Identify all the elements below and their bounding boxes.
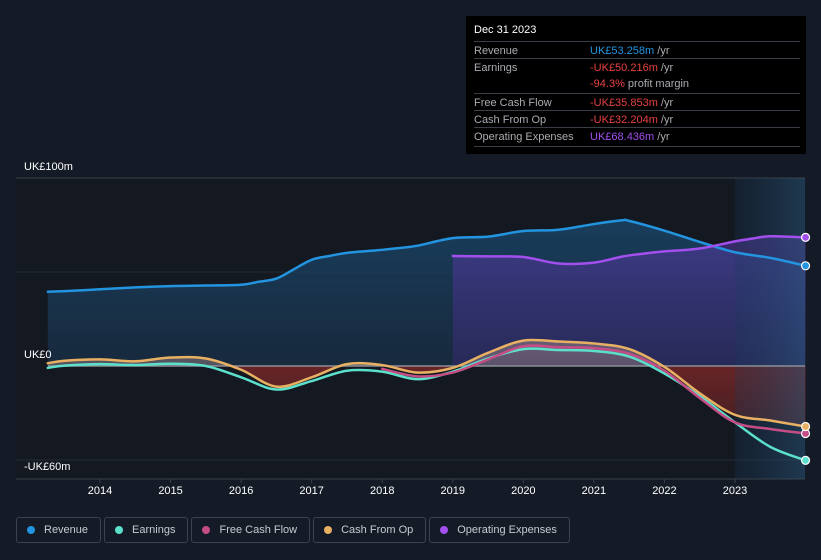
legend-item-free-cash-flow[interactable]: Free Cash Flow xyxy=(191,517,311,543)
tooltip-row: Revenue UK£53.258m /yr xyxy=(474,41,800,59)
tooltip-value-unit: /yr xyxy=(657,114,674,126)
tooltip-row: -94.3% profit margin xyxy=(474,75,800,92)
x-tick-label: 2018 xyxy=(370,485,394,497)
tooltip-row: Earnings -UK£50.216m /yr xyxy=(474,58,800,76)
tooltip-row-label: Free Cash Flow xyxy=(474,97,552,109)
legend-label: Revenue xyxy=(44,524,89,536)
legend-dot-icon xyxy=(440,526,449,534)
revenue-endpoint xyxy=(800,261,811,271)
tooltip-row-value: -UK£35.853m /yr xyxy=(590,97,673,109)
tooltip-value-number: -UK£50.216m xyxy=(590,62,658,74)
legend-label: Free Cash Flow xyxy=(219,524,298,536)
tooltip-value-number: -UK£32.204m xyxy=(590,114,658,126)
legend-item-earnings[interactable]: Earnings xyxy=(104,517,189,543)
y-tick-label: UK£100m xyxy=(24,161,73,173)
legend-dot-icon xyxy=(115,526,124,534)
tooltip-row-label: Revenue xyxy=(474,45,519,57)
tooltip-value-unit: /yr xyxy=(654,131,670,143)
tooltip-value-unit: /yr xyxy=(657,62,674,74)
tooltip-row-value: -UK£32.204m /yr xyxy=(590,114,673,126)
x-tick-label: 2019 xyxy=(441,485,465,497)
cash-from-op-endpoint xyxy=(800,421,811,432)
legend: Revenue Earnings Free Cash Flow Cash From O… xyxy=(16,517,570,543)
x-tick-label: 2014 xyxy=(88,485,112,497)
tooltip-value-unit: /yr xyxy=(654,45,670,57)
legend-label: Earnings xyxy=(132,524,176,536)
tooltip-value-number: -UK£35.853m xyxy=(590,97,658,109)
tooltip: Dec 31 2023 Revenue UK£53.258m /yr Earning… xyxy=(466,16,806,154)
x-axis: 2014 2015 2016 2017 2018 2019 2020 2021 2022 2023 xyxy=(88,479,747,497)
legend-label: Cash From Op xyxy=(341,524,414,536)
tooltip-row-value: UK£53.258m /yr xyxy=(590,45,670,57)
tooltip-value-number: -94.3% xyxy=(590,78,625,90)
legend-item-cash-from-op[interactable]: Cash From Op xyxy=(313,517,427,543)
legend-item-revenue[interactable]: Revenue xyxy=(16,517,102,543)
tooltip-row-label: Earnings xyxy=(474,62,518,74)
tooltip-row-value: UK£68.436m /yr xyxy=(590,131,670,143)
tooltip-value-number: UK£68.436m xyxy=(590,131,655,143)
tooltip-value-unit: profit margin xyxy=(624,78,690,90)
legend-dot-icon xyxy=(324,526,333,534)
tooltip-date: Dec 31 2023 xyxy=(474,24,537,36)
tooltip-value-unit: /yr xyxy=(657,97,674,109)
tooltip-row-value: -94.3% profit margin xyxy=(590,78,689,90)
tooltip-row: Free Cash Flow -UK£35.853m /yr xyxy=(474,93,800,111)
x-tick-label: 2023 xyxy=(723,485,747,497)
legend-dot-icon xyxy=(202,526,211,534)
x-tick-label: 2017 xyxy=(299,485,323,497)
x-tick-label: 2021 xyxy=(582,485,606,497)
legend-item-operating-expenses[interactable]: Operating Expenses xyxy=(429,517,570,543)
tooltip-row-label: Cash From Op xyxy=(474,114,547,126)
tooltip-row-value: -UK£50.216m /yr xyxy=(590,62,673,74)
tooltip-row: Cash From Op -UK£32.204m /yr xyxy=(474,110,800,128)
y-tick-label: UK£0 xyxy=(24,349,52,361)
tooltip-value-number: UK£53.258m xyxy=(590,45,655,57)
legend-dot-icon xyxy=(27,526,35,534)
tooltip-row-label: Operating Expenses xyxy=(474,131,574,143)
tooltip-divider xyxy=(474,146,800,147)
x-tick-label: 2016 xyxy=(229,485,253,497)
y-tick-label: -UK£60m xyxy=(24,461,70,473)
x-tick-label: 2020 xyxy=(511,485,535,497)
x-tick-label: 2022 xyxy=(652,485,676,497)
operating-expenses-endpoint xyxy=(800,232,811,243)
tooltip-row: Operating Expenses UK£68.436m /yr xyxy=(474,127,800,145)
forecast-highlight-region xyxy=(735,178,805,479)
earnings-endpoint xyxy=(800,455,811,465)
legend-label: Operating Expenses xyxy=(457,524,557,536)
x-tick-label: 2015 xyxy=(158,485,182,497)
